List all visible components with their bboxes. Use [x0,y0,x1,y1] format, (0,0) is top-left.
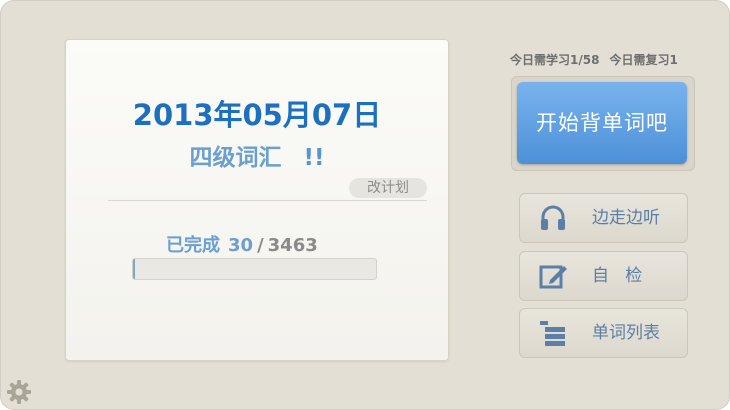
plan-date: 2013年05月07日 [132,98,382,132]
progress-fill [133,259,136,279]
daily-stats: 今日需学习1/58 今日需复习1 [510,51,678,68]
self-check-button[interactable]: 自 检 [519,251,688,301]
list-stack-icon [538,318,568,348]
gear-icon[interactable] [6,379,32,405]
edit-icon [538,261,568,291]
listen-button[interactable]: 边走边听 [519,193,688,243]
start-button-frame: 开始背单词吧 [511,76,695,171]
self-check-label: 自 检 [592,266,643,286]
word-list-label: 单词列表 [592,323,660,343]
headphones-icon [538,203,568,233]
word-list-button[interactable]: 单词列表 [519,308,688,358]
plan-card: 2013年05月07日 四级词汇!! 改计划 已完成 30/3463 [65,39,449,361]
progress-total: 3463 [267,235,318,256]
progress-bar [132,258,377,280]
vocab-alert-icon: !! [303,145,325,171]
listen-label: 边走边听 [592,208,660,228]
vocab-row: 四级词汇!! [66,138,448,172]
progress-label: 已完成 [166,235,220,256]
progress-text: 已完成 30/3463 [166,231,318,257]
app-window: 2013年05月07日 四级词汇!! 改计划 已完成 30/3463 今日需学习1… [0,0,730,410]
progress-separator: / [257,235,264,256]
today-review-count: 今日需复习1 [609,53,678,67]
start-study-button[interactable]: 开始背单词吧 [517,82,687,164]
progress-done: 30 [228,235,254,256]
change-plan-button[interactable]: 改计划 [349,178,427,198]
vocab-name[interactable]: 四级词汇 [190,145,282,171]
today-learn-count: 今日需学习1/58 [510,53,600,67]
divider [108,200,427,201]
